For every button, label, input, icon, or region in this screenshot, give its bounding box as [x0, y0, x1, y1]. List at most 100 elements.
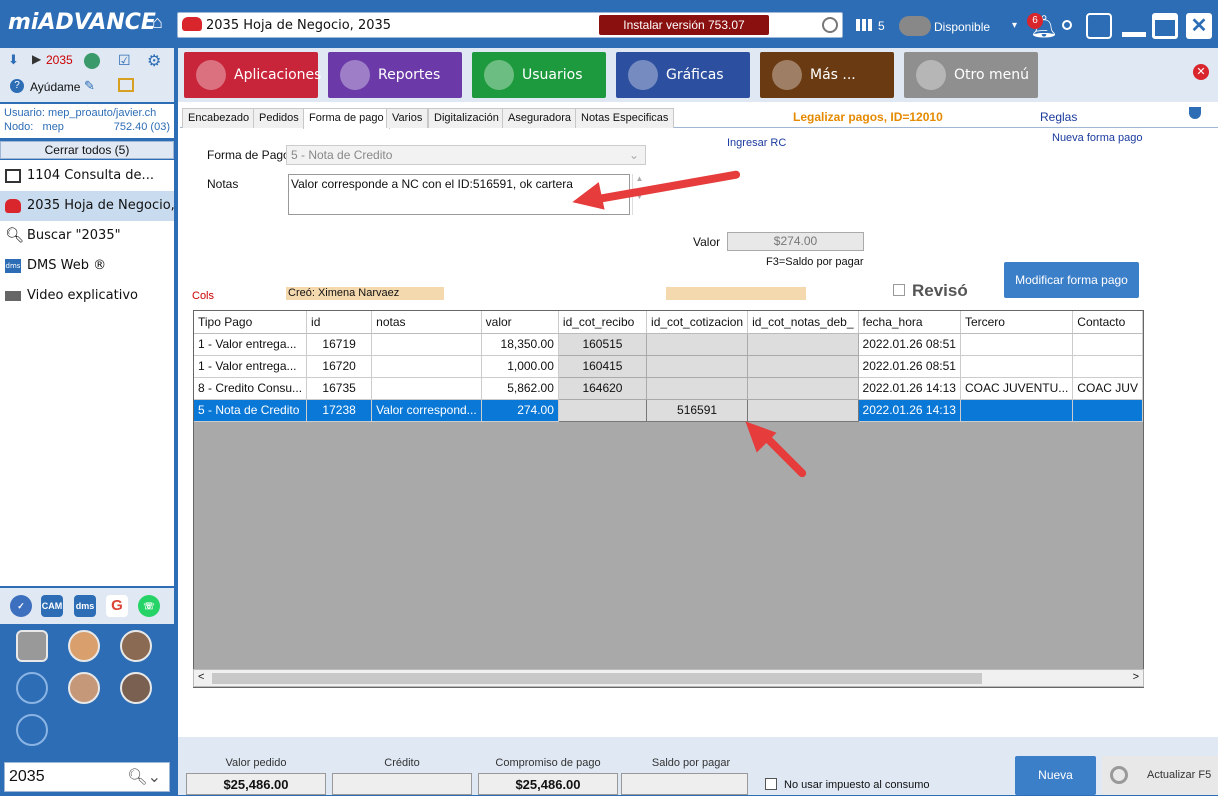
cell-contacto[interactable]: [1072, 399, 1143, 422]
cell-tipo-pago[interactable]: 1 - Valor entrega...: [194, 355, 308, 378]
cell-tipo-pago[interactable]: 5 - Nota de Credito: [194, 399, 308, 422]
cell-id[interactable]: 16735: [306, 377, 373, 400]
advance-icon[interactable]: ✓: [10, 595, 32, 617]
avatar[interactable]: [68, 672, 100, 704]
google-icon[interactable]: G: [106, 595, 128, 617]
cell-id-cot-cotizacion[interactable]: [646, 332, 749, 356]
cell-id-cot-cotizacion[interactable]: [646, 376, 749, 400]
cell-id-cot-notas-deb[interactable]: [747, 398, 859, 422]
cell-tipo-pago[interactable]: 8 - Credito Consu...: [194, 377, 308, 400]
tab-digitalizacion[interactable]: Digitalización: [428, 108, 505, 128]
cell-notas[interactable]: Valor correspond...: [371, 399, 482, 422]
table-row[interactable]: 1 - Valor entrega... 16720 1,000.00 1604…: [194, 354, 1143, 378]
column-header[interactable]: Contacto: [1072, 311, 1143, 334]
settings-dot-icon[interactable]: [1062, 20, 1072, 30]
table-row-selected[interactable]: 5 - Nota de Credito 17238 Valor correspo…: [194, 398, 1143, 422]
cell-valor[interactable]: 18,350.00: [481, 333, 559, 356]
nueva-forma-pago-link[interactable]: Nueva forma pago: [1052, 132, 1143, 144]
pin-icon[interactable]: ⬇: [8, 52, 19, 68]
scroll-right-icon[interactable]: >: [1133, 671, 1139, 683]
avatar[interactable]: [68, 630, 100, 662]
tab-forma-pago[interactable]: Forma de pago: [303, 108, 390, 129]
dms-icon[interactable]: dms: [74, 595, 96, 617]
cell-id[interactable]: 16720: [306, 355, 373, 378]
reglas-link[interactable]: Reglas: [1040, 110, 1077, 124]
cell-id-cot-notas-deb[interactable]: [747, 332, 859, 356]
menu-reportes[interactable]: Reportes: [328, 52, 462, 98]
cell-fecha-hora[interactable]: 2022.01.26 08:51: [858, 355, 961, 378]
menu-otro[interactable]: Otro menú: [904, 52, 1038, 98]
cell-tercero[interactable]: [960, 399, 1074, 422]
cell-id[interactable]: 17238: [306, 399, 373, 422]
menu-graficas[interactable]: Gráficas: [616, 52, 750, 98]
no-impuesto-checkbox[interactable]: [765, 778, 777, 790]
minimize-icon[interactable]: [1122, 32, 1146, 37]
column-header[interactable]: id_cot_cotizacion: [646, 311, 749, 334]
home-icon[interactable]: ⌂: [152, 12, 163, 33]
help-label[interactable]: Ayúdame: [30, 80, 80, 94]
cell-notas[interactable]: [371, 355, 482, 378]
cell-notas[interactable]: [371, 377, 482, 400]
table-row[interactable]: 8 - Credito Consu... 16735 5,862.00 1646…: [194, 376, 1143, 400]
note-icon[interactable]: ✎: [84, 78, 95, 94]
expand-icon[interactable]: [1086, 13, 1112, 39]
column-header[interactable]: notas: [371, 311, 482, 334]
cell-id-cot-cotizacion[interactable]: [646, 354, 749, 378]
cell-tipo-pago[interactable]: 1 - Valor entrega...: [194, 333, 308, 356]
table-row[interactable]: 1 - Valor entrega... 16719 18,350.00 160…: [194, 332, 1143, 356]
avatar[interactable]: [120, 630, 152, 662]
cols-link[interactable]: Cols: [192, 290, 214, 302]
cell-fecha-hora[interactable]: 2022.01.26 14:13: [858, 377, 961, 400]
status-dropdown-icon[interactable]: ▾: [1012, 20, 1017, 31]
cell-id-cot-recibo[interactable]: [557, 398, 648, 422]
sidebar-item-hoja-negocio[interactable]: 2035 Hoja de Negocio,...: [0, 191, 174, 221]
cell-id-cot-notas-deb[interactable]: [747, 376, 859, 400]
cell-fecha-hora[interactable]: 2022.01.26 14:13: [858, 399, 961, 422]
modificar-forma-pago-button[interactable]: Modificar forma pago: [1004, 262, 1139, 298]
close-panel-icon[interactable]: ✕: [1193, 64, 1209, 80]
cell-id-cot-recibo[interactable]: 160415: [557, 354, 648, 378]
reviso-checkbox[interactable]: [893, 284, 905, 296]
menu-mas[interactable]: Más ...: [760, 52, 894, 98]
cell-id-cot-recibo[interactable]: 160515: [557, 332, 648, 356]
tab-pedidos[interactable]: Pedidos: [253, 108, 305, 128]
sidebar-item-consulta[interactable]: 1104 Consulta de...: [0, 161, 174, 191]
menu-aplicaciones[interactable]: Aplicaciones: [184, 52, 321, 98]
cell-valor[interactable]: 1,000.00: [481, 355, 559, 378]
cell-notas[interactable]: [371, 333, 482, 356]
whatsapp-icon[interactable]: ☏: [138, 595, 160, 617]
cell-id-cot-cotizacion[interactable]: 516591: [646, 398, 749, 422]
maximize-icon[interactable]: [1152, 13, 1178, 39]
cell-contacto[interactable]: [1072, 333, 1143, 356]
column-header[interactable]: fecha_hora: [858, 311, 961, 334]
column-header[interactable]: id: [306, 311, 373, 334]
cell-contacto[interactable]: [1072, 355, 1143, 378]
forma-pago-select[interactable]: 5 - Nota de Credito ⌄: [286, 145, 646, 165]
status-toggle[interactable]: [899, 16, 931, 36]
cell-contacto[interactable]: COAC JUV: [1072, 377, 1143, 400]
sidebar-item-video[interactable]: Video explicativo: [0, 281, 174, 311]
checkbox-icon[interactable]: ☑: [118, 52, 131, 69]
scroll-left-icon[interactable]: <: [198, 671, 204, 683]
chart-icon[interactable]: [84, 53, 100, 69]
cell-tercero[interactable]: [960, 355, 1074, 378]
cell-tercero[interactable]: [960, 333, 1074, 356]
help-icon[interactable]: ?: [10, 79, 24, 93]
column-header[interactable]: Tipo Pago: [194, 311, 308, 334]
campus-icon[interactable]: CAM: [41, 595, 63, 617]
cell-fecha-hora[interactable]: 2022.01.26 08:51: [858, 333, 961, 356]
cell-id-cot-recibo[interactable]: 164620: [557, 376, 648, 400]
sidebar-badge[interactable]: 2035: [46, 53, 73, 67]
tab-varios[interactable]: Varios: [386, 108, 429, 128]
cell-valor[interactable]: 274.00: [481, 399, 559, 422]
column-header[interactable]: valor: [481, 311, 559, 334]
valor-field[interactable]: $274.00: [727, 232, 864, 251]
menu-usuarios[interactable]: Usuarios: [472, 52, 606, 98]
cell-id-cot-notas-deb[interactable]: [747, 354, 859, 378]
column-header[interactable]: id_cot_notas_deb_: [747, 311, 859, 334]
cell-id[interactable]: 16719: [306, 333, 373, 356]
legalizar-link[interactable]: Legalizar pagos, ID=12010: [793, 110, 943, 124]
tab-aseguradora[interactable]: Aseguradora: [502, 108, 577, 128]
column-header[interactable]: id_cot_recibo: [558, 311, 648, 334]
globe-icon[interactable]: [822, 17, 838, 33]
